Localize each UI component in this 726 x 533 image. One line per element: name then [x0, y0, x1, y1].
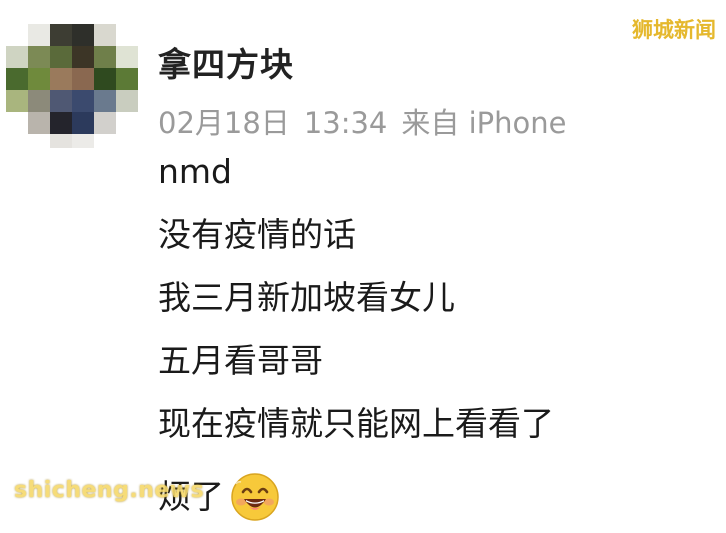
post-line: 没有疫情的话 — [158, 215, 356, 254]
username[interactable]: 拿四方块 — [158, 38, 294, 86]
post-source[interactable]: 来自 iPhone — [401, 106, 566, 140]
post-meta: 02月18日 13:34 来自 iPhone — [158, 100, 581, 142]
grinning-face-emoji-icon — [230, 472, 280, 522]
avatar[interactable] — [6, 24, 138, 148]
post-date: 02月18日 — [158, 106, 290, 140]
post-time: 13:34 — [303, 106, 388, 140]
post-line: 五月看哥哥 — [158, 341, 323, 380]
post-line-last: 烦了 — [158, 465, 698, 528]
watermark-top-right: 狮城新闻 — [632, 18, 716, 42]
post-body: nmd 没有疫情的话 我三月新加坡看女儿 五月看哥哥 现在疫情就只能网上看看了 … — [158, 150, 698, 528]
post-line: nmd — [158, 152, 233, 191]
watermark-bottom-left: shicheng.news — [14, 478, 205, 503]
post-line: 我三月新加坡看女儿 — [158, 278, 455, 317]
post-line: 现在疫情就只能网上看看了 — [158, 404, 554, 443]
